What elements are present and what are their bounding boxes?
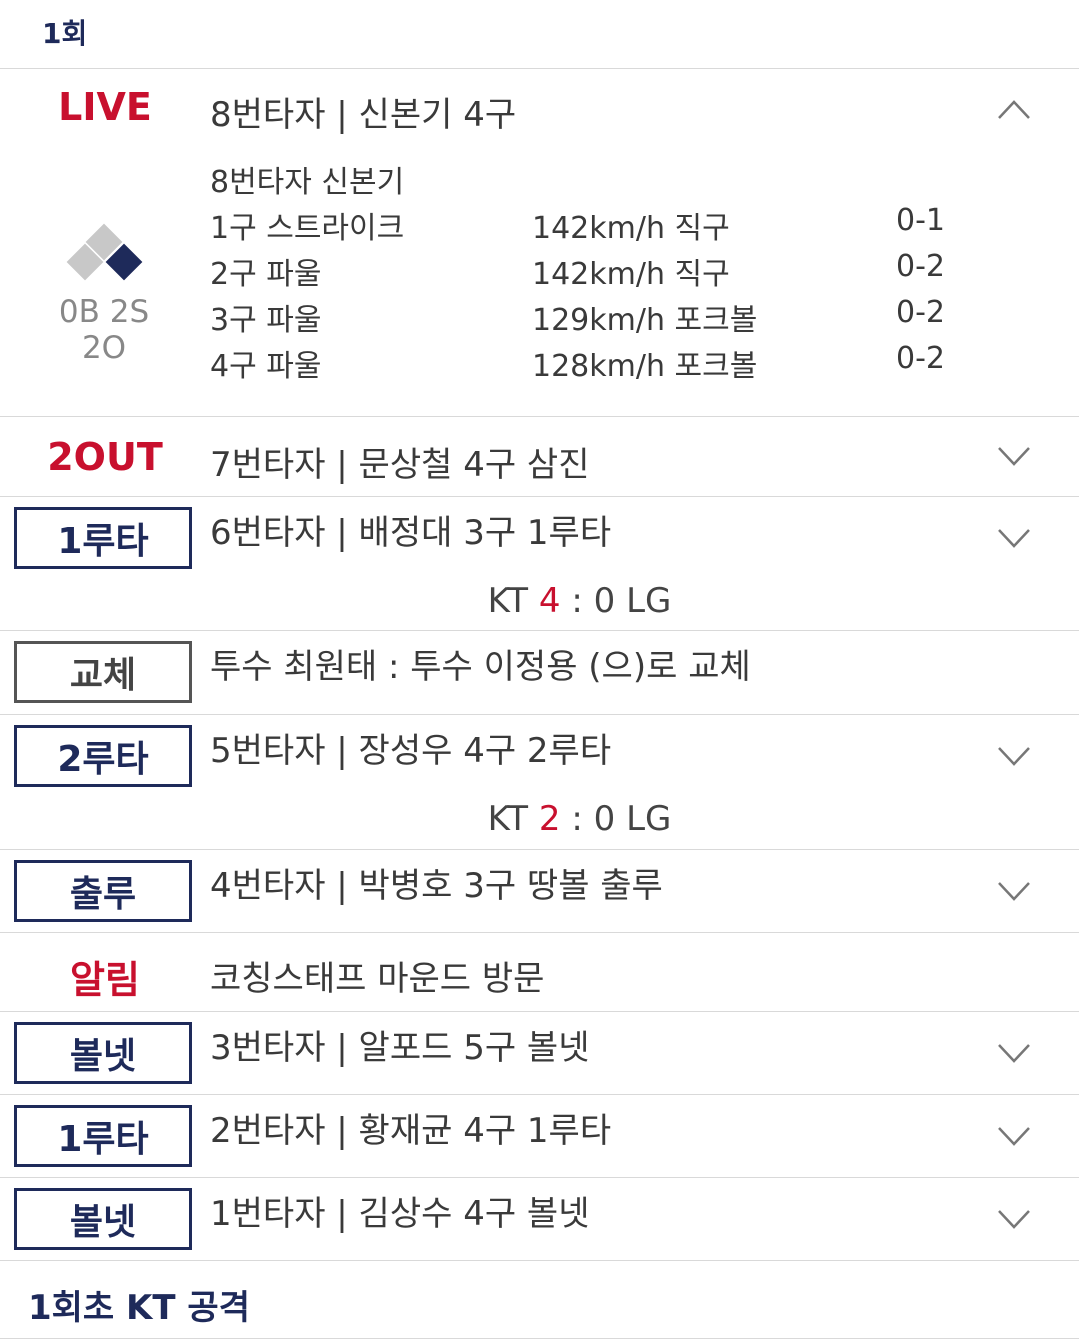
pitch-count: 0-2 [896,295,945,330]
event-badge: 1루타 [14,507,192,569]
away-team: LG [626,581,672,621]
chevron-up-icon[interactable] [996,97,1032,121]
event-title: 3번타자 | 알포드 5구 볼넷 [210,1028,590,1068]
away-score: 0 [593,581,616,621]
batter-name: 8번타자 신본기 [210,165,405,200]
event-title: 7번타자 | 문상철 4구 삼진 [210,445,590,485]
event-row[interactable]: 출루 4번타자 | 박병호 3구 땅볼 출루 [0,850,1079,933]
chevron-down-icon[interactable] [996,445,1032,469]
event-title: 코칭스태프 마운드 방문 [210,959,545,999]
pitch-count: 0-1 [896,203,945,238]
chevron-down-icon[interactable] [996,880,1032,904]
chevron-down-icon[interactable] [996,527,1032,551]
event-row[interactable]: 볼넷 1번타자 | 김상수 4구 볼넷 [0,1178,1079,1261]
event-row: 알림 코칭스태프 마운드 방문 [0,933,1079,1012]
pitch-speed: 129km/h 포크볼 [532,303,758,338]
event-row[interactable]: 1루타 2번타자 | 황재균 4구 1루타 [0,1095,1079,1178]
pitch-result: 1구 스트라이크 [210,211,405,246]
pitch-speed: 128km/h 포크볼 [532,349,758,384]
event-row: 교체 투수 최원태 : 투수 이정용 (으)로 교체 [0,631,1079,715]
score-line: KT 2 : 0 LG [0,799,1079,839]
live-title: 8번타자 | 신본기 4구 [210,95,517,135]
event-title: 5번타자 | 장성우 4구 2루타 [210,731,612,771]
event-title: 2번타자 | 황재균 4구 1루타 [210,1111,612,1151]
pitch-speed: 142km/h 직구 [532,257,730,292]
event-title: 4번타자 | 박병호 3구 땅볼 출루 [210,866,663,906]
away-team: LG [626,799,672,839]
pitch-count: 0-2 [896,249,945,284]
half-inning-title: 1회초 KT 공격 [28,1288,250,1328]
home-score: 2 [538,799,561,839]
away-score: 0 [593,799,616,839]
pitch-speed: 142km/h 직구 [532,211,730,246]
pitch-result: 2구 파울 [210,257,322,292]
live-row[interactable]: LIVE 8번타자 | 신본기 4구 0B 2S 2O 8번타자 신본기 1구 … [0,69,1079,417]
divider [0,1338,1079,1339]
chevron-down-icon[interactable] [996,1125,1032,1149]
ball-strike-out-count: 0B 2S 2O [58,294,150,366]
home-team: KT [487,799,529,839]
pitch-result: 3구 파울 [210,303,322,338]
home-score: 4 [538,581,561,621]
event-label-alert: 알림 [70,958,140,1002]
event-row[interactable]: 1루타 6번타자 | 배정대 3구 1루타 KT 4 : 0 LG [0,497,1079,631]
pitch-result: 4구 파울 [210,349,322,384]
event-title: 투수 최원태 : 투수 이정용 (으)로 교체 [210,647,751,687]
chevron-down-icon[interactable] [996,745,1032,769]
score-line: KT 4 : 0 LG [0,581,1079,621]
inning-header: 1회 [0,0,1079,69]
live-label: LIVE [58,85,152,129]
event-badge: 출루 [14,860,192,922]
event-row[interactable]: 2OUT 7번타자 | 문상철 4구 삼진 [0,417,1079,497]
event-badge: 1루타 [14,1105,192,1167]
event-badge: 볼넷 [14,1188,192,1250]
score-separator: : [560,799,594,839]
event-label-out: 2OUT [47,435,163,479]
event-badge: 2루타 [14,725,192,787]
event-title: 6번타자 | 배정대 3구 1루타 [210,513,612,553]
event-badge: 볼넷 [14,1022,192,1084]
chevron-down-icon[interactable] [996,1208,1032,1232]
pitch-count: 0-2 [896,341,945,376]
chevron-down-icon[interactable] [996,1042,1032,1066]
inning-title: 1회 [42,17,88,50]
event-row[interactable]: 볼넷 3번타자 | 알포드 5구 볼넷 [0,1012,1079,1095]
event-badge: 교체 [14,641,192,703]
score-separator: : [560,581,594,621]
event-title: 1번타자 | 김상수 4구 볼넷 [210,1194,590,1234]
event-row[interactable]: 2루타 5번타자 | 장성우 4구 2루타 KT 2 : 0 LG [0,715,1079,850]
home-team: KT [487,581,529,621]
